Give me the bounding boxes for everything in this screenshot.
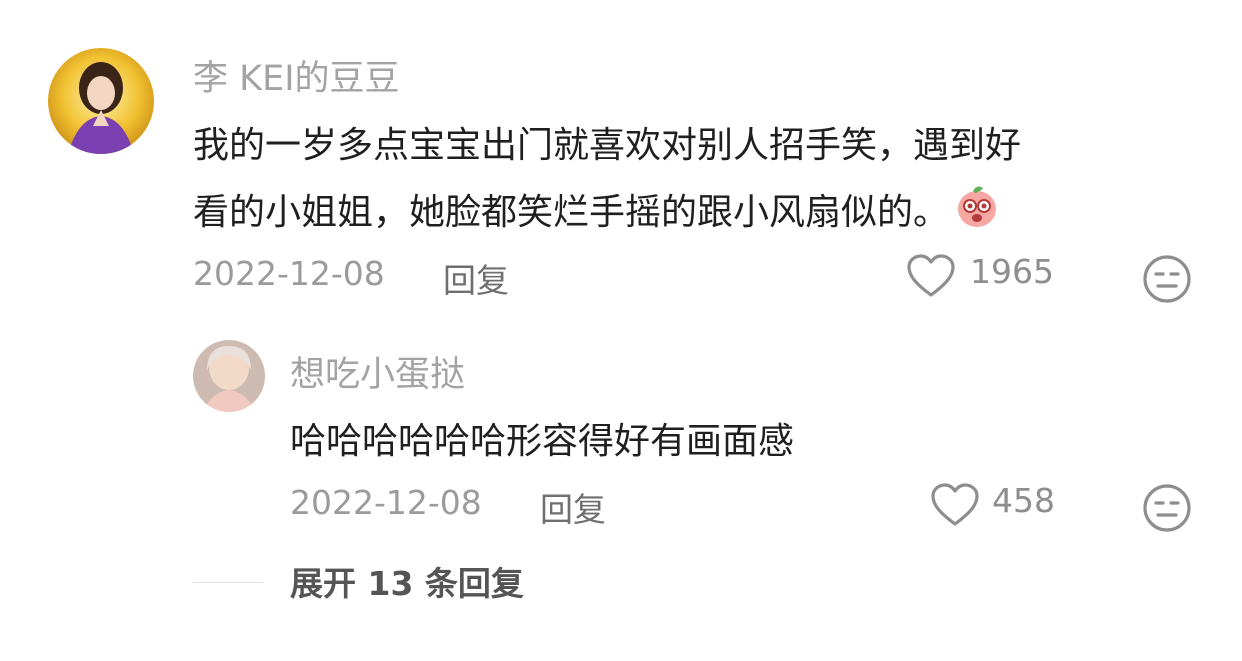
comment-text-line-1: 我的一岁多点宝宝出门就喜欢对别人招手笑，遇到好 (193, 125, 1022, 166)
comment-text-line-2-text: 看的小姐姐，她脸都笑烂手摇的跟小风扇似的。 (193, 192, 950, 233)
replier-avatar[interactable] (193, 340, 265, 412)
reply-text: 哈哈哈哈哈哈形容得好有画面感 (290, 421, 795, 462)
dislike-face-icon[interactable] (1141, 482, 1193, 534)
expand-replies-button[interactable]: 展开 13 条回复 (290, 557, 524, 605)
commenter-username[interactable]: 李 KEI的豆豆 (193, 50, 400, 101)
peach-face-emoji-icon (953, 182, 1001, 230)
heart-icon[interactable] (906, 253, 956, 299)
comment-date: 2022-12-08 (193, 254, 385, 293)
dislike-face-icon[interactable] (1141, 253, 1193, 305)
heart-icon[interactable] (930, 482, 980, 528)
replier-username[interactable]: 想吃小蛋挞 (290, 346, 465, 397)
expand-divider (193, 582, 263, 583)
reply-date: 2022-12-08 (290, 483, 482, 522)
commenter-avatar[interactable] (48, 48, 154, 154)
reply-reply-button[interactable]: 回复 (540, 483, 606, 531)
comment-text-line-2: 看的小姐姐，她脸都笑烂手摇的跟小风扇似的。 (193, 182, 1001, 235)
comment-reply-button[interactable]: 回复 (443, 254, 509, 302)
reply-like-count: 458 (992, 481, 1055, 520)
comment-like-count: 1965 (970, 252, 1054, 291)
